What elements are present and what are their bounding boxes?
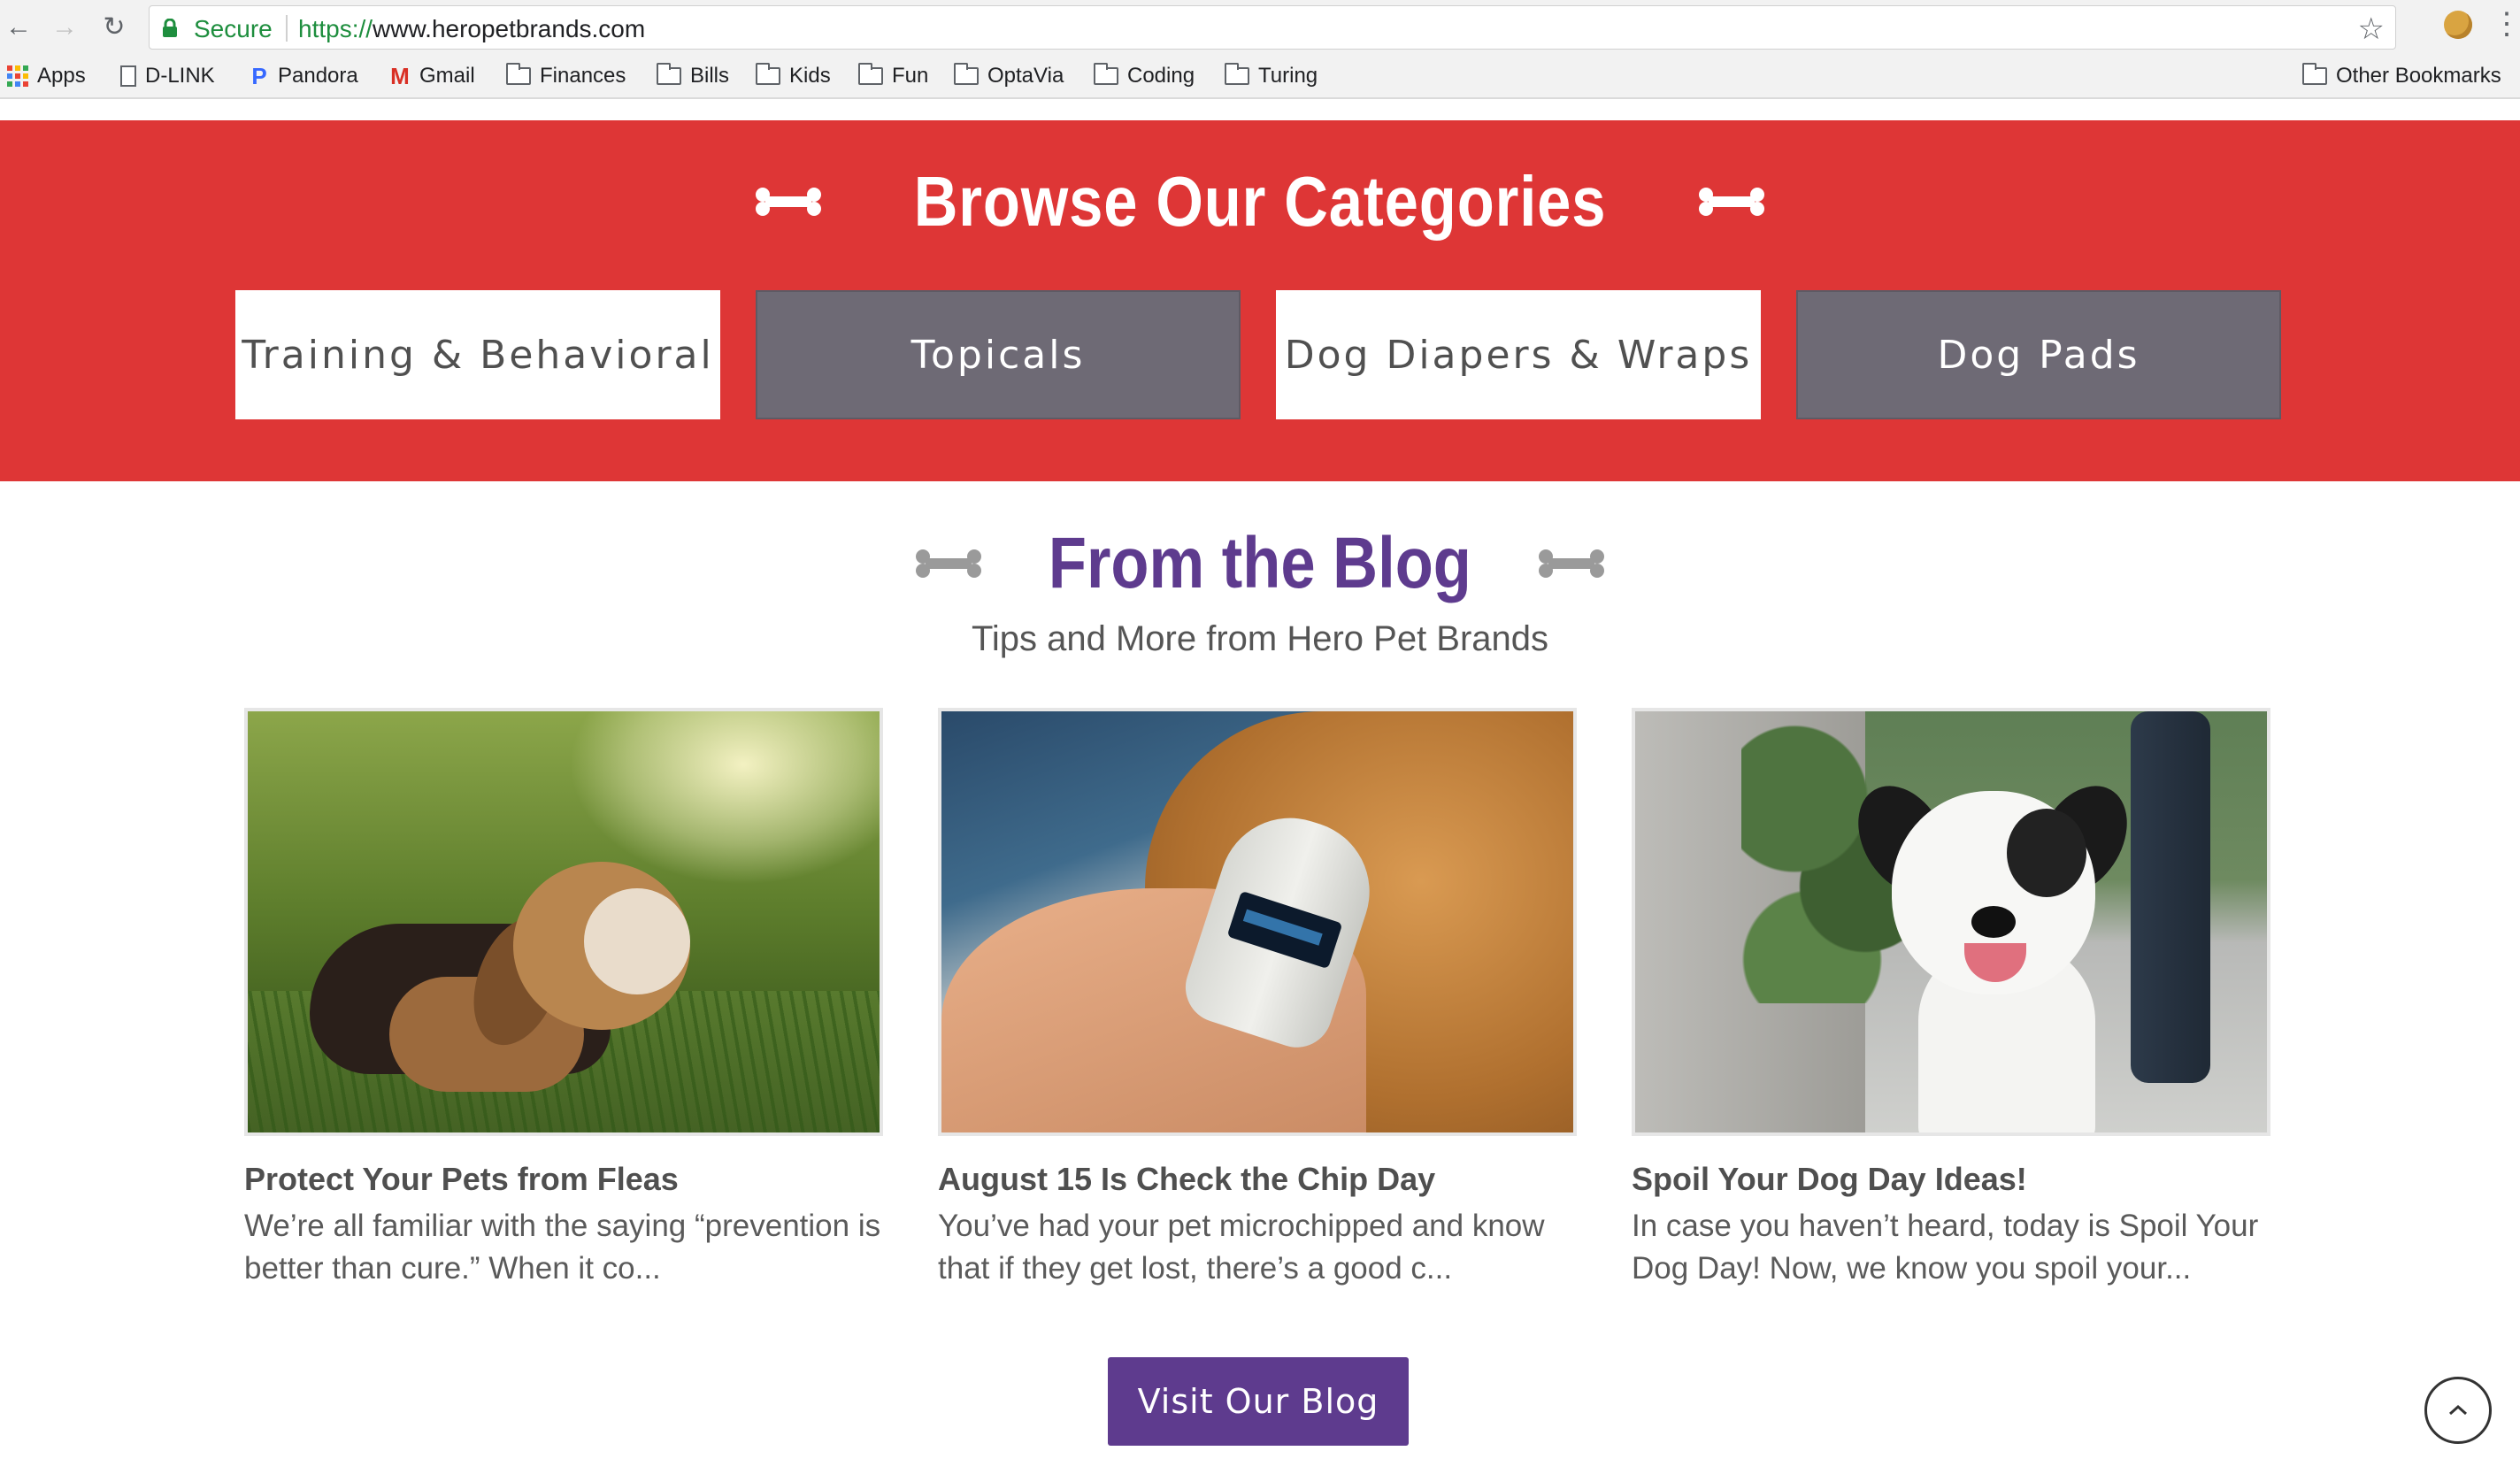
secure-label: Secure <box>194 15 273 42</box>
bookmark-finances[interactable]: Finances <box>506 60 626 92</box>
folder-icon <box>506 63 531 85</box>
chevron-up-icon <box>2449 1404 2467 1416</box>
apps-grid-icon <box>7 65 28 87</box>
bookmark-label: D-LINK <box>145 64 215 88</box>
bookmark-star-icon[interactable]: ☆ <box>2358 12 2385 47</box>
address-bar[interactable]: Secure https://www.heropetbrands.com ☆ <box>149 5 2396 50</box>
bookmark-label: Kids <box>789 64 831 88</box>
post-excerpt: In case you haven’t heard, today is Spoi… <box>1632 1209 2259 1286</box>
category-dog-diapers-wraps-button[interactable]: Dog Diapers & Wraps <box>1276 290 1761 419</box>
bookmark-kids[interactable]: Kids <box>756 60 831 92</box>
blog-post-card: August 15 Is Check the Chip Day You’ve h… <box>938 708 1577 1290</box>
address-separator <box>286 15 288 42</box>
categories-section: Browse Our Categories Training & Behavio… <box>0 120 2520 481</box>
bookmark-coding[interactable]: Coding <box>1094 60 1195 92</box>
bookmark-fun[interactable]: Fun <box>858 60 928 92</box>
browser-toolbar: ← → ↻ Secure https://www.heropetbrands.c… <box>0 0 2520 55</box>
category-topicals-button[interactable]: Topicals <box>756 290 1241 419</box>
cookie-extension-icon[interactable] <box>2444 11 2472 39</box>
bookmark-label: Gmail <box>419 64 475 88</box>
dog-nose-shape <box>1971 906 2016 938</box>
category-dog-pads-button[interactable]: Dog Pads <box>1796 290 2281 419</box>
bookmark-apps[interactable]: Apps <box>7 60 86 92</box>
folder-icon <box>954 63 979 85</box>
forward-arrow-icon[interactable]: → <box>50 12 80 42</box>
bookmark-label: OptaVia <box>987 64 1064 88</box>
person-leg-shape <box>2131 711 2210 1083</box>
bookmark-pandora[interactable]: P Pandora <box>250 60 358 92</box>
category-training-behavioral-button[interactable]: Training & Behavioral <box>235 290 720 419</box>
back-arrow-icon[interactable]: ← <box>4 12 34 42</box>
bone-icon <box>916 549 982 578</box>
bookmark-label: Coding <box>1127 64 1195 88</box>
post-title-link[interactable]: Protect Your Pets from Fleas <box>244 1161 883 1198</box>
bookmark-label: Finances <box>540 64 626 88</box>
bookmark-bills[interactable]: Bills <box>657 60 729 92</box>
post-excerpt: We’re all familiar with the saying “prev… <box>244 1209 881 1286</box>
post-title-link[interactable]: August 15 Is Check the Chip Day <box>938 1161 1577 1198</box>
browser-menu-icon[interactable]: ⋮ <box>2492 9 2520 39</box>
bookmark-other[interactable]: Other Bookmarks <box>2302 60 2501 92</box>
bookmark-label: Fun <box>892 64 929 88</box>
url-scheme: https:// <box>298 15 373 42</box>
blog-title: From the Blog <box>1049 523 1471 603</box>
categories-heading: Browse Our Categories <box>0 159 2520 244</box>
page-icon <box>120 65 136 87</box>
bookmark-label: Bills <box>690 64 730 88</box>
post-excerpt: You’ve had your pet microchipped and kno… <box>938 1209 1545 1286</box>
folder-icon <box>858 63 883 85</box>
bookmark-label: Apps <box>37 64 86 88</box>
bookmark-label: Pandora <box>278 64 358 88</box>
blog-post-card: Protect Your Pets from Fleas We’re all f… <box>244 708 883 1290</box>
blog-post-card: Spoil Your Dog Day Ideas! In case you ha… <box>1632 708 2270 1290</box>
post-image-happy-dog[interactable] <box>1632 708 2270 1136</box>
gmail-icon: M <box>390 62 410 89</box>
bookmark-turing[interactable]: Turing <box>1225 60 1318 92</box>
bone-icon <box>1699 188 1765 216</box>
visit-blog-button[interactable]: Visit Our Blog <box>1108 1357 1409 1446</box>
categories-title: Browse Our Categories <box>913 162 1607 241</box>
blog-subtitle: Tips and More from Hero Pet Brands <box>971 619 1549 658</box>
bookmark-optavia[interactable]: OptaVia <box>954 60 1064 92</box>
folder-icon <box>2302 63 2327 85</box>
bookmarks-bar: Apps D-LINK P Pandora M Gmail Finances B… <box>0 55 2520 99</box>
folder-icon <box>756 63 780 85</box>
folder-icon <box>1225 63 1249 85</box>
post-image-beagle[interactable] <box>244 708 883 1136</box>
post-title-link[interactable]: Spoil Your Dog Day Ideas! <box>1632 1161 2270 1198</box>
bone-icon <box>1538 549 1604 578</box>
url-host: www.heropetbrands.com <box>373 15 646 42</box>
bone-icon <box>755 188 821 216</box>
scroll-to-top-button[interactable] <box>2424 1377 2492 1444</box>
bookmark-label: Turing <box>1258 64 1318 88</box>
blog-heading: From the Blog <box>0 515 2520 612</box>
folder-icon <box>657 63 681 85</box>
folder-icon <box>1094 63 1118 85</box>
dog-shape <box>584 888 690 994</box>
post-image-microchip[interactable] <box>938 708 1577 1136</box>
bookmark-d-link[interactable]: D-LINK <box>120 60 215 92</box>
url-text[interactable]: https://www.heropetbrands.com <box>298 15 645 43</box>
lock-icon <box>163 19 177 37</box>
reload-icon[interactable]: ↻ <box>99 12 129 42</box>
bookmark-label: Other Bookmarks <box>2336 64 2501 88</box>
pandora-icon: P <box>251 62 267 89</box>
bookmark-gmail[interactable]: M Gmail <box>389 60 475 92</box>
dog-patch-shape <box>2007 809 2086 897</box>
